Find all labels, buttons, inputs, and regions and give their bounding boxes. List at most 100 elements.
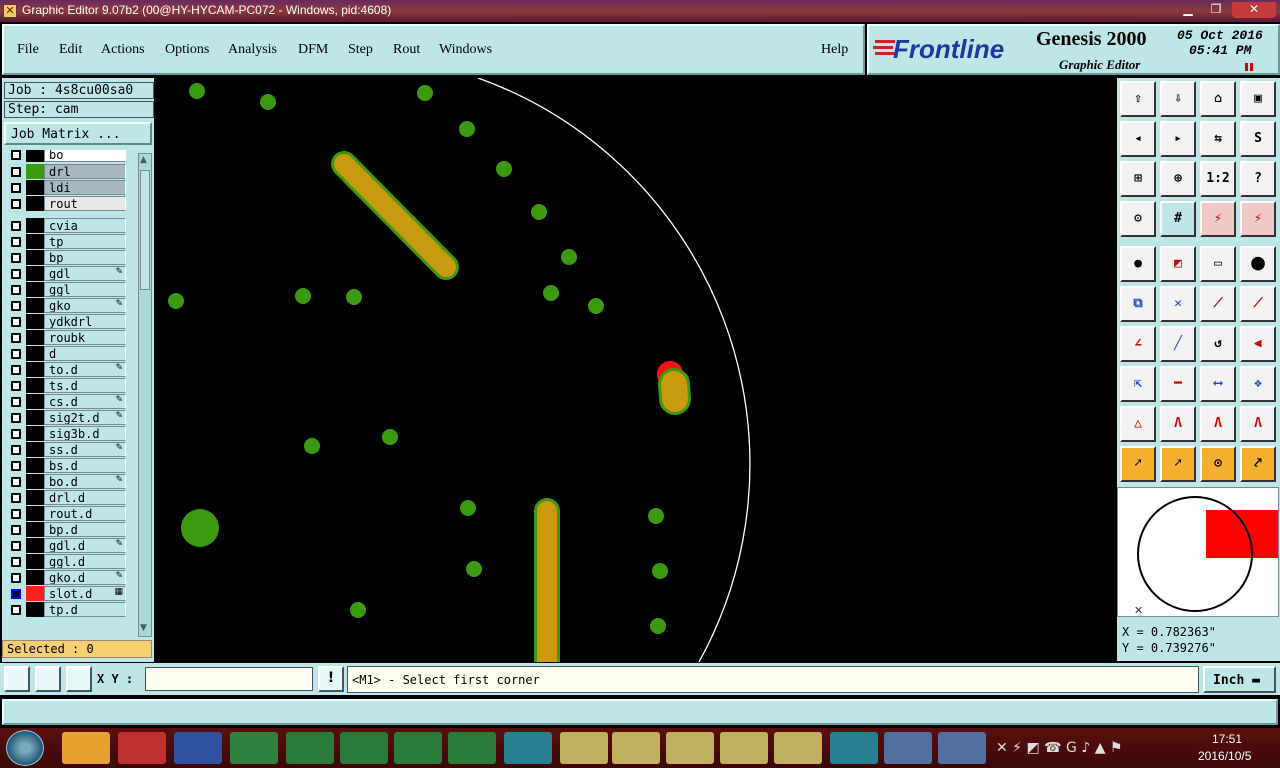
taskbar-eye2-icon[interactable] (830, 732, 878, 764)
layer-checkbox[interactable] (11, 429, 21, 439)
layer-color-swatch[interactable] (26, 506, 46, 521)
layer-name[interactable]: sig3b.d (44, 426, 126, 441)
layer-color-swatch[interactable] (26, 426, 46, 441)
layer-row-ggl[interactable]: ggl (8, 282, 126, 298)
layer-color-swatch[interactable] (26, 586, 46, 601)
layer-name[interactable]: ggl (44, 282, 126, 297)
home-icon[interactable]: ⌂ (1200, 81, 1236, 117)
layer-name[interactable]: tp.d (44, 602, 126, 617)
taskbar-excel-icon[interactable] (340, 732, 388, 764)
scroll-up-icon[interactable]: ▲ (140, 155, 150, 167)
move-point2-icon[interactable]: ⟋ (1240, 286, 1276, 322)
layer-checkbox[interactable] (11, 573, 21, 583)
layer-row-drl-d[interactable]: drl.d (8, 490, 126, 506)
layer-name[interactable]: rout (44, 196, 126, 211)
layer-row-ts-d[interactable]: ts.d (8, 378, 126, 394)
layer-checkbox[interactable] (11, 237, 21, 247)
measure-icon[interactable]: ⚙ (1120, 201, 1156, 237)
layer-checkbox[interactable] (11, 253, 21, 263)
menu-dfm[interactable]: DFM (298, 42, 328, 58)
layer-color-swatch[interactable] (26, 180, 46, 195)
taskbar-genesis-icon[interactable] (666, 732, 714, 764)
tray-icons[interactable]: ✕ ⚡ ◩ ☎ G ♪ ▲ ⚑ (996, 740, 1122, 756)
layer-color-swatch[interactable] (26, 378, 46, 393)
window-icon[interactable]: ▣ (1240, 81, 1276, 117)
taskbar-window-icon[interactable] (884, 732, 932, 764)
layer-color-swatch[interactable] (26, 234, 46, 249)
layer-row-d[interactable]: d (8, 346, 126, 362)
snap-mode-icon[interactable] (4, 666, 30, 692)
layer-checkbox[interactable] (11, 557, 21, 567)
layer-name[interactable]: ydkdrl (44, 314, 126, 329)
select-circle-icon[interactable]: ⊙ (1200, 446, 1236, 482)
layer-row-gko-d[interactable]: gko.d ✎ (8, 570, 126, 586)
layer-row-cvia[interactable]: cvia (8, 218, 126, 234)
layer-row-gko[interactable]: gko ✎ (8, 298, 126, 314)
layer-checkbox[interactable] (11, 365, 21, 375)
layer-checkbox[interactable] (11, 150, 21, 160)
save-icon[interactable]: ⇩ (1160, 81, 1196, 117)
snap-icon[interactable]: S (1240, 121, 1276, 157)
layer-checkbox[interactable] (11, 525, 21, 535)
layer-row-bp[interactable]: bp (8, 250, 126, 266)
layer-name[interactable]: gdl (44, 266, 126, 281)
xy-input[interactable] (145, 667, 313, 691)
menu-edit[interactable]: Edit (59, 42, 82, 58)
layer-row-drl[interactable]: drl (8, 164, 126, 180)
layer-color-swatch[interactable] (26, 410, 46, 425)
layer-checkbox[interactable] (11, 509, 21, 519)
layer-row-cs-d[interactable]: cs.d ✎ (8, 394, 126, 410)
units-select[interactable]: Inch ▬ (1203, 666, 1276, 693)
layer-color-swatch[interactable] (26, 250, 46, 265)
taskbar-excel-icon[interactable] (286, 732, 334, 764)
layer-color-swatch[interactable] (26, 474, 46, 489)
layer-name[interactable]: ggl.d (44, 554, 126, 569)
layer-name[interactable]: bp.d (44, 522, 126, 537)
layer-checkbox[interactable] (11, 413, 21, 423)
taskbar-save-icon[interactable] (174, 732, 222, 764)
taskbar-genesis-icon[interactable] (560, 732, 608, 764)
divide-icon[interactable]: ━ (1160, 366, 1196, 402)
layer-name[interactable]: gdl.d (44, 538, 126, 553)
layer-row-rout-d[interactable]: rout.d (8, 506, 126, 522)
triangle-icon[interactable]: △ (1120, 406, 1156, 442)
taskbar-genesis-icon[interactable] (612, 732, 660, 764)
taskbar-genesis-icon[interactable] (720, 732, 768, 764)
resize-icon[interactable]: ⟷ (1200, 366, 1236, 402)
layer-color-swatch[interactable] (26, 554, 46, 569)
layer-checkbox[interactable] (11, 493, 21, 503)
taskbar-eye-icon[interactable] (504, 732, 552, 764)
menu-windows[interactable]: Windows (439, 42, 492, 58)
layer-checkbox[interactable] (11, 199, 21, 209)
layer-row-gdl-d[interactable]: gdl.d ✎ (8, 538, 126, 554)
layer-row-ydkdrl[interactable]: ydkdrl (8, 314, 126, 330)
taskbar-shell-icon[interactable] (62, 732, 110, 764)
maximize-icon[interactable]: ❐ (1204, 2, 1228, 18)
layer-checkbox[interactable] (11, 167, 21, 177)
peak-icon[interactable]: Λ (1160, 406, 1196, 442)
layer-name[interactable]: rout.d (44, 506, 126, 521)
layer-name[interactable]: to.d (44, 362, 126, 377)
job-matrix-button[interactable]: Job Matrix ... (4, 122, 152, 145)
layer-color-swatch[interactable] (26, 538, 46, 553)
layer-checkbox[interactable] (11, 461, 21, 471)
line-icon[interactable]: ╱ (1160, 326, 1196, 362)
layer-checkbox[interactable] (11, 285, 21, 295)
layer-checkbox[interactable] (11, 381, 21, 391)
zoom-center-icon[interactable]: ⊕ (1160, 161, 1196, 197)
layer-checkbox[interactable] (11, 349, 21, 359)
close-icon[interactable]: ✕ (1232, 2, 1276, 18)
layer-row-slot-d[interactable]: slot.d ▦ (8, 586, 126, 602)
taskbar-app-g-icon[interactable] (118, 732, 166, 764)
layer-color-swatch[interactable] (26, 490, 46, 505)
layer-name[interactable]: bo (44, 150, 126, 162)
menu-options[interactable]: Options (165, 42, 209, 58)
layer-checkbox[interactable] (11, 589, 21, 599)
mirror-icon[interactable]: ⫷ (1240, 326, 1276, 362)
layer-checkbox[interactable] (11, 269, 21, 279)
layer-name[interactable]: tp (44, 234, 126, 249)
net-select-icon[interactable]: ⚡ (1240, 201, 1276, 237)
layer-scrollbar[interactable]: ▲ ▼ (138, 153, 152, 637)
layer-row-bs-d[interactable]: bs.d (8, 458, 126, 474)
layer-color-swatch[interactable] (26, 458, 46, 473)
